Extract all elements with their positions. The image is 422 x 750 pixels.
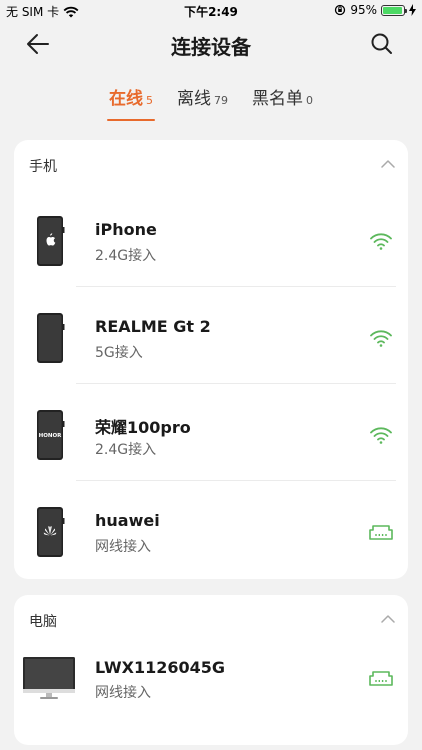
device-connection: 网线接入 [95,539,151,555]
device-connection: 网线接入 [95,685,151,701]
back-button[interactable] [24,30,52,58]
device-name: huawei [95,511,160,530]
device-row[interactable]: REALME Gt 2 5G接入 [14,287,408,384]
battery-fill [383,6,402,14]
honor-logo-text: HONOR [39,433,63,439]
tab-label: 离线 [177,89,211,109]
chevron-up-icon[interactable] [378,611,398,627]
wifi-icon [370,330,392,347]
device-name: 荣耀100pro [95,418,191,437]
wifi-icon [370,427,392,444]
tab-count: 0 [306,94,313,107]
battery-icon [381,4,407,16]
section-header[interactable]: 手机 [14,140,408,190]
phone-icon [37,216,65,266]
section-header[interactable]: 电脑 [14,595,408,645]
page-title: 连接设备 [171,35,251,59]
device-connection: 2.4G接入 [95,248,157,264]
status-tabs: 在线 5 离线 79 黑名单 0 [0,86,422,122]
rotation-lock-icon [335,4,346,16]
device-name: iPhone [95,220,157,239]
ethernet-icon [369,525,393,540]
device-name: REALME Gt 2 [95,317,211,336]
phone-icon [37,507,65,557]
device-row[interactable]: huawei 网线接入 [14,481,408,578]
tab-offline[interactable]: 离线 79 [175,86,230,122]
phone-icon [37,313,65,363]
tab-blacklist[interactable]: 黑名单 0 [250,86,315,122]
search-button[interactable] [368,30,396,58]
section-title: 电脑 [29,614,57,630]
device-row[interactable]: HONOR 荣耀100pro 2.4G接入 [14,384,408,481]
tab-online[interactable]: 在线 5 [107,86,155,122]
chevron-up-icon[interactable] [378,156,398,172]
tab-count: 79 [214,94,228,107]
tab-label: 黑名单 [252,89,303,109]
device-row[interactable]: iPhone 2.4G接入 [14,190,408,287]
charging-icon [409,4,416,16]
arrow-left-icon [27,34,49,54]
phone-icon: HONOR [37,410,65,460]
tab-count: 5 [146,94,153,107]
device-connection: 5G接入 [95,345,143,361]
tab-label: 在线 [109,89,143,109]
status-right: 95% [334,3,416,17]
wifi-icon [370,233,392,250]
ethernet-icon [369,671,393,686]
device-row[interactable]: LWX1126045G 网线接入 [14,645,408,725]
search-icon [371,33,392,54]
computers-section: 电脑 LWX1126045G 网线接入 [14,595,408,745]
phones-section: 手机 iPhone 2.4G接入 REALME Gt 2 5G接入 HONOR … [14,140,408,579]
monitor-icon [23,657,75,699]
device-name: LWX1126045G [95,658,225,677]
battery-percent: 95% [350,3,377,17]
section-title: 手机 [29,159,57,175]
nav-header: 连接设备 [0,22,422,66]
device-connection: 2.4G接入 [95,442,157,458]
status-bar: 无 SIM 卡 下午2:49 95% [0,0,422,22]
